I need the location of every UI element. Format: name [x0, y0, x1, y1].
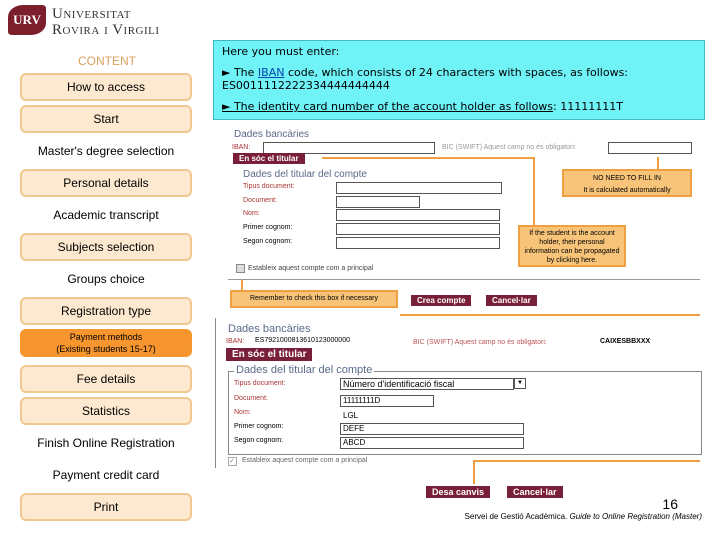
form1-surname2-input[interactable] — [336, 237, 500, 249]
form2-label-doc-type: Tipus document: — [234, 380, 286, 387]
form2-label-name: Nom: — [234, 409, 251, 416]
divider — [228, 279, 700, 280]
form1-bic-label: BIC (SWIFT) Aquest camp no és obligatori… — [442, 144, 576, 151]
form1-bic-input[interactable] — [608, 142, 692, 154]
form2-iban-value[interactable]: ES7921000813610123000000 — [255, 337, 350, 344]
page-number: 16 — [662, 496, 678, 512]
id-instruction: ► The identity card number of the accoun… — [222, 100, 696, 113]
form2-checkbox-label: Estableix aquest compte com a principal — [242, 457, 368, 464]
arrow — [657, 157, 659, 169]
dropdown-arrow-icon[interactable]: ▼ — [514, 378, 526, 389]
nav-registration-type[interactable]: Registration type — [20, 297, 192, 325]
form2-label-surname2: Segon cognom: — [234, 437, 284, 444]
form2-holder-section: Dades del titular del compte — [234, 364, 375, 376]
nav-groups-choice[interactable]: Groups choice — [0, 265, 212, 293]
footer-guide: Guide to Online Registration (Master) — [569, 512, 703, 521]
nav-finish-registration[interactable]: Finish Online Registration — [0, 429, 212, 457]
footer-source: Servei de Gestió Acadèmica. Guide to Onl… — [465, 512, 702, 521]
form1-principal-checkbox[interactable] — [236, 264, 245, 273]
form1-name-input[interactable] — [336, 209, 500, 221]
form2-bic-label: BIC (SWIFT) Aquest camp no és obligatori… — [413, 339, 547, 346]
footer-service: Servei de Gestió Acadèmica. — [464, 512, 570, 521]
instructions-box: Here you must enter: ► The IBAN code, wh… — [213, 40, 705, 120]
arrow — [400, 314, 700, 316]
iban-post: code, which consists of 24 characters wi… — [284, 66, 629, 79]
urv-logo: URV — [8, 5, 46, 35]
bic-note-line1: NO NEED TO FILL IN — [593, 175, 661, 182]
form2-cancel-button[interactable]: Cancel·lar — [507, 486, 563, 498]
checkbox-note: Remember to check this box if necessary — [230, 290, 398, 308]
iban-instruction: ► The IBAN code, which consists of 24 ch… — [222, 66, 696, 92]
nav-fee-details[interactable]: Fee details — [20, 365, 192, 393]
form1-section-title: Dades bancàries — [234, 129, 310, 140]
iban-pre: ► The — [222, 66, 258, 79]
form2-bic-value[interactable]: CAIXESBBXXX — [600, 338, 650, 345]
bic-note-line2: It is calculated automatically — [583, 187, 671, 194]
id-example: : 11111111T — [553, 100, 623, 113]
form2-holder-button[interactable]: En sóc el titular — [226, 348, 313, 361]
logo-line1: Universitat — [52, 6, 132, 22]
form2-document-input[interactable]: 11111111D — [340, 395, 434, 407]
form2-name-input[interactable]: LGL — [340, 410, 524, 422]
nav-masters-selection[interactable]: Master's degree selection — [0, 137, 212, 165]
form1-label-surname1: Primer cognom: — [243, 224, 293, 231]
bic-note: NO NEED TO FILL IN It is calculated autom… — [562, 169, 692, 197]
nav-print[interactable]: Print — [20, 493, 192, 521]
form2-surname1-input[interactable]: DEFE — [340, 423, 524, 435]
form1-label-document: Document: — [243, 197, 277, 204]
form2-doc-type-select[interactable]: Número d'identificació fiscal — [340, 378, 514, 390]
nav-subjects-selection[interactable]: Subjects selection — [20, 233, 192, 261]
logo-line2: Rovira i Virgili — [52, 22, 160, 38]
nav-personal-details[interactable]: Personal details — [20, 169, 192, 197]
form1-checkbox-label: Estableix aquest compte com a principal — [248, 265, 374, 272]
form1-document-input[interactable] — [336, 196, 420, 208]
nav-how-to-access[interactable]: How to access — [20, 73, 192, 101]
arrow — [241, 280, 243, 290]
form2-principal-checkbox[interactable]: ✓ — [228, 457, 237, 466]
form1-holder-section: Dades del titular del compte — [243, 169, 367, 180]
nav-statistics[interactable]: Statistics — [20, 397, 192, 425]
form1-doc-type-select[interactable] — [336, 182, 502, 194]
nav-payment-methods[interactable]: Payment methods (Existing students 15-17… — [20, 329, 192, 357]
form1-cancel-button[interactable]: Cancel·lar — [486, 295, 537, 306]
arrow — [473, 460, 475, 484]
form1-label-surname2: Segon cognom: — [243, 238, 293, 245]
form1-holder-button[interactable]: En sóc el titular — [233, 153, 305, 164]
form2-section-title: Dades bancàries — [228, 323, 311, 335]
iban-link[interactable]: IBAN — [258, 66, 285, 79]
iban-example: ES0011112222334444444444 — [222, 79, 390, 92]
arrow — [322, 157, 534, 159]
save-changes-button[interactable]: Desa canvis — [426, 486, 491, 498]
form1-label-name: Nom: — [243, 210, 260, 217]
form2-iban-label: IBAN: — [226, 338, 245, 345]
form2-label-document: Document: — [234, 395, 268, 402]
instructions-intro: Here you must enter: — [222, 45, 340, 58]
nav-academic-transcript[interactable]: Academic transcript — [0, 201, 212, 229]
arrow — [473, 460, 700, 462]
nav-start[interactable]: Start — [20, 105, 192, 133]
holder-note: If the student is the account holder, th… — [518, 225, 626, 267]
form1-surname1-input[interactable] — [336, 223, 500, 235]
id-line: ► The identity card number of the accoun… — [222, 100, 554, 113]
nav-payment-credit-card[interactable]: Payment credit card — [0, 461, 212, 489]
form1-label-doc-type: Tipus document: — [243, 183, 295, 190]
create-account-button[interactable]: Crea compte — [411, 295, 472, 306]
form2-label-surname1: Primer cognom: — [234, 423, 284, 430]
form2-border — [215, 318, 216, 468]
form1-iban-label: IBAN: — [232, 144, 251, 151]
arrow — [533, 157, 535, 225]
university-name: Universitat Rovira i Virgili — [52, 6, 160, 38]
form2-surname2-input[interactable]: ABCD — [340, 437, 524, 449]
sidebar-heading: CONTENT — [78, 54, 136, 68]
